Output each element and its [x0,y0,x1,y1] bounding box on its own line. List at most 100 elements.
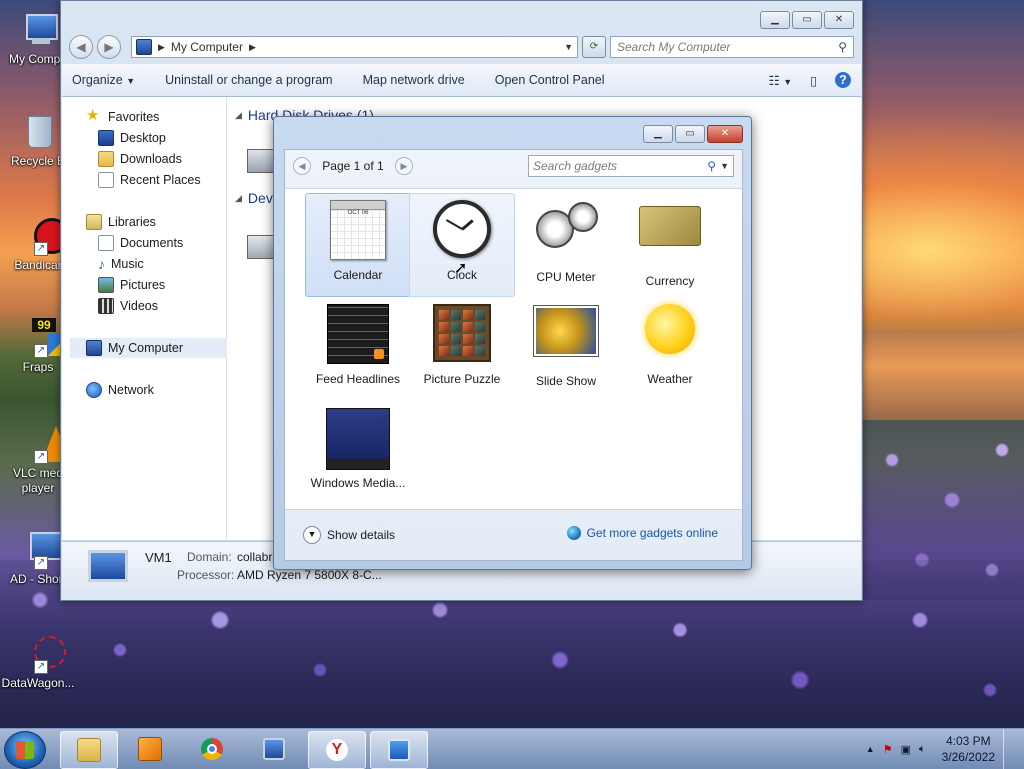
currency-gadget-icon [638,206,702,270]
gadget-search-input[interactable]: Search gadgets ⚲ ▼ [528,155,734,177]
chrome-icon [201,738,223,760]
star-icon: ★ [86,107,100,124]
computer-icon [86,340,102,356]
open-control-panel-button[interactable]: Open Control Panel [495,73,605,87]
computer-icon [136,39,152,55]
organize-label: Organize [72,73,123,87]
calendar-month: OCT 06 [347,210,369,216]
nav-libraries[interactable]: Libraries [86,214,156,230]
desktop-icon-label: DataWagon... [1,676,75,690]
taskbar-chrome[interactable] [184,731,240,767]
gadget-currency[interactable]: Currency [617,193,723,297]
shortcut-arrow-icon: ↗ [34,344,48,358]
calendar-gadget-icon: OCT 06 [326,200,390,264]
preview-pane-icon[interactable]: ▯ [810,73,817,88]
show-details-toggle[interactable]: ▼ Show details [303,526,395,544]
help-icon[interactable]: ? [835,72,851,88]
more-online-label: Get more gadgets online [586,526,718,540]
gadget-windows-media-center[interactable]: Windows Media... [305,401,411,505]
nav-label: Recent Places [120,173,201,187]
navigation-bar: ◀ ▶ ▶ My Computer ▶ ▼ ⟳ Search My Comput… [69,34,854,60]
nav-label: Libraries [108,215,156,229]
globe-icon [566,526,581,540]
processor-value: AMD Ryzen 7 5800X 8-C... [237,568,382,582]
gadget-slide-show[interactable]: Slide Show [513,297,619,401]
system-clock[interactable]: 4:03 PM 3/26/2022 [942,733,995,765]
lake-reflection [862,330,1024,420]
search-placeholder: Search gadgets [533,159,618,173]
gadget-clock[interactable]: Clock ➚ [409,193,515,297]
back-button[interactable]: ◀ [69,35,93,59]
close-button[interactable]: ✕ [707,125,743,143]
show-hidden-icons-icon[interactable]: ▲ [866,744,875,754]
uninstall-program-button[interactable]: Uninstall or change a program [165,73,332,87]
show-desktop-button[interactable] [1003,729,1014,769]
taskbar-gadgets[interactable] [370,731,428,769]
gadget-cpu-meter[interactable]: CPU Meter [513,193,619,297]
address-dropdown-icon[interactable]: ▼ [564,42,573,52]
chevron-down-icon[interactable]: ▼ [720,161,729,171]
maximize-button[interactable]: ▭ [675,125,705,143]
nav-recent-places[interactable]: Recent Places [98,172,201,188]
gadget-window-controls: ▁ ▭ ✕ [643,125,743,143]
taskbar-media-player[interactable] [122,731,178,767]
nav-downloads[interactable]: Downloads [98,151,182,167]
nav-label: Network [108,383,154,397]
domain-value: collabr [237,550,273,564]
yandex-icon: Y [326,739,348,761]
address-bar[interactable]: ▶ My Computer ▶ ▼ [131,36,578,58]
maximize-button[interactable]: ▭ [792,11,822,29]
gadget-name: Currency [645,274,695,288]
next-page-button[interactable]: ▶ [394,157,413,175]
page-indicator: Page 1 of 1 [322,159,384,173]
volume-icon[interactable]: 🔈︎ [919,743,926,756]
section-devices[interactable]: ◢ Dev [235,190,273,206]
gadget-calendar[interactable]: OCT 06 Calendar [305,193,411,297]
nav-documents[interactable]: Documents [98,235,183,251]
bandicam-icon: ↗ [18,216,70,256]
network-status-icon[interactable]: ▣ [901,743,911,756]
gadget-name: Windows Media... [310,476,406,490]
collapse-arrow-icon: ◢ [235,192,242,203]
sun-icon [638,304,702,368]
media-center-gadget-icon [326,408,390,472]
mouse-cursor-icon: ➚ [454,260,468,277]
gadget-name: Slide Show [535,374,597,388]
search-input[interactable]: Search My Computer ⚲ [610,36,854,58]
gadget-name: Calendar [333,268,383,282]
nav-videos[interactable]: Videos [98,298,158,314]
desktop-icon-datawagon[interactable]: ↗ DataWagon... [0,634,76,691]
action-center-flag-icon[interactable]: ⚑ [883,743,893,756]
map-network-drive-button[interactable]: Map network drive [363,73,465,87]
forward-button[interactable]: ▶ [97,35,121,59]
domain-label: Domain: [187,550,232,564]
taskbar-yandex[interactable]: Y [308,731,366,769]
nav-pictures[interactable]: Pictures [98,277,165,293]
datawagon-web-icon: ↗ [18,634,66,674]
minimize-button[interactable]: ▁ [760,11,790,29]
taskbar-explorer[interactable] [60,731,118,769]
folder-icon [77,738,101,762]
nav-my-computer[interactable]: My Computer [70,338,234,358]
gadget-picture-puzzle[interactable]: Picture Puzzle [409,297,515,401]
desktop-icon [98,130,114,146]
organize-menu[interactable]: Organize ▼ [72,73,135,87]
gadget-feed-headlines[interactable]: Feed Headlines [305,297,411,401]
start-button[interactable] [4,731,46,769]
get-more-gadgets-link[interactable]: Get more gadgets online [566,526,718,540]
pictures-icon [98,277,114,293]
nav-desktop[interactable]: Desktop [98,130,166,146]
nav-label: Downloads [120,152,182,166]
prev-page-button[interactable]: ◀ [293,157,311,175]
navigation-pane: ★ Favorites Desktop Downloads Recent Plac… [62,97,234,540]
nav-network[interactable]: Network [86,382,154,398]
downloads-folder-icon [98,151,114,167]
close-button[interactable]: ✕ [824,11,854,29]
taskbar-remote-desktop[interactable] [246,731,302,767]
gadget-weather[interactable]: Weather [617,297,723,401]
refresh-button[interactable]: ⟳ [582,36,606,58]
nav-music[interactable]: ♪ Music [98,256,144,272]
view-options-icon[interactable]: ☷ ▼ [769,73,793,88]
minimize-button[interactable]: ▁ [643,125,673,143]
nav-favorites[interactable]: ★ Favorites [86,107,159,125]
